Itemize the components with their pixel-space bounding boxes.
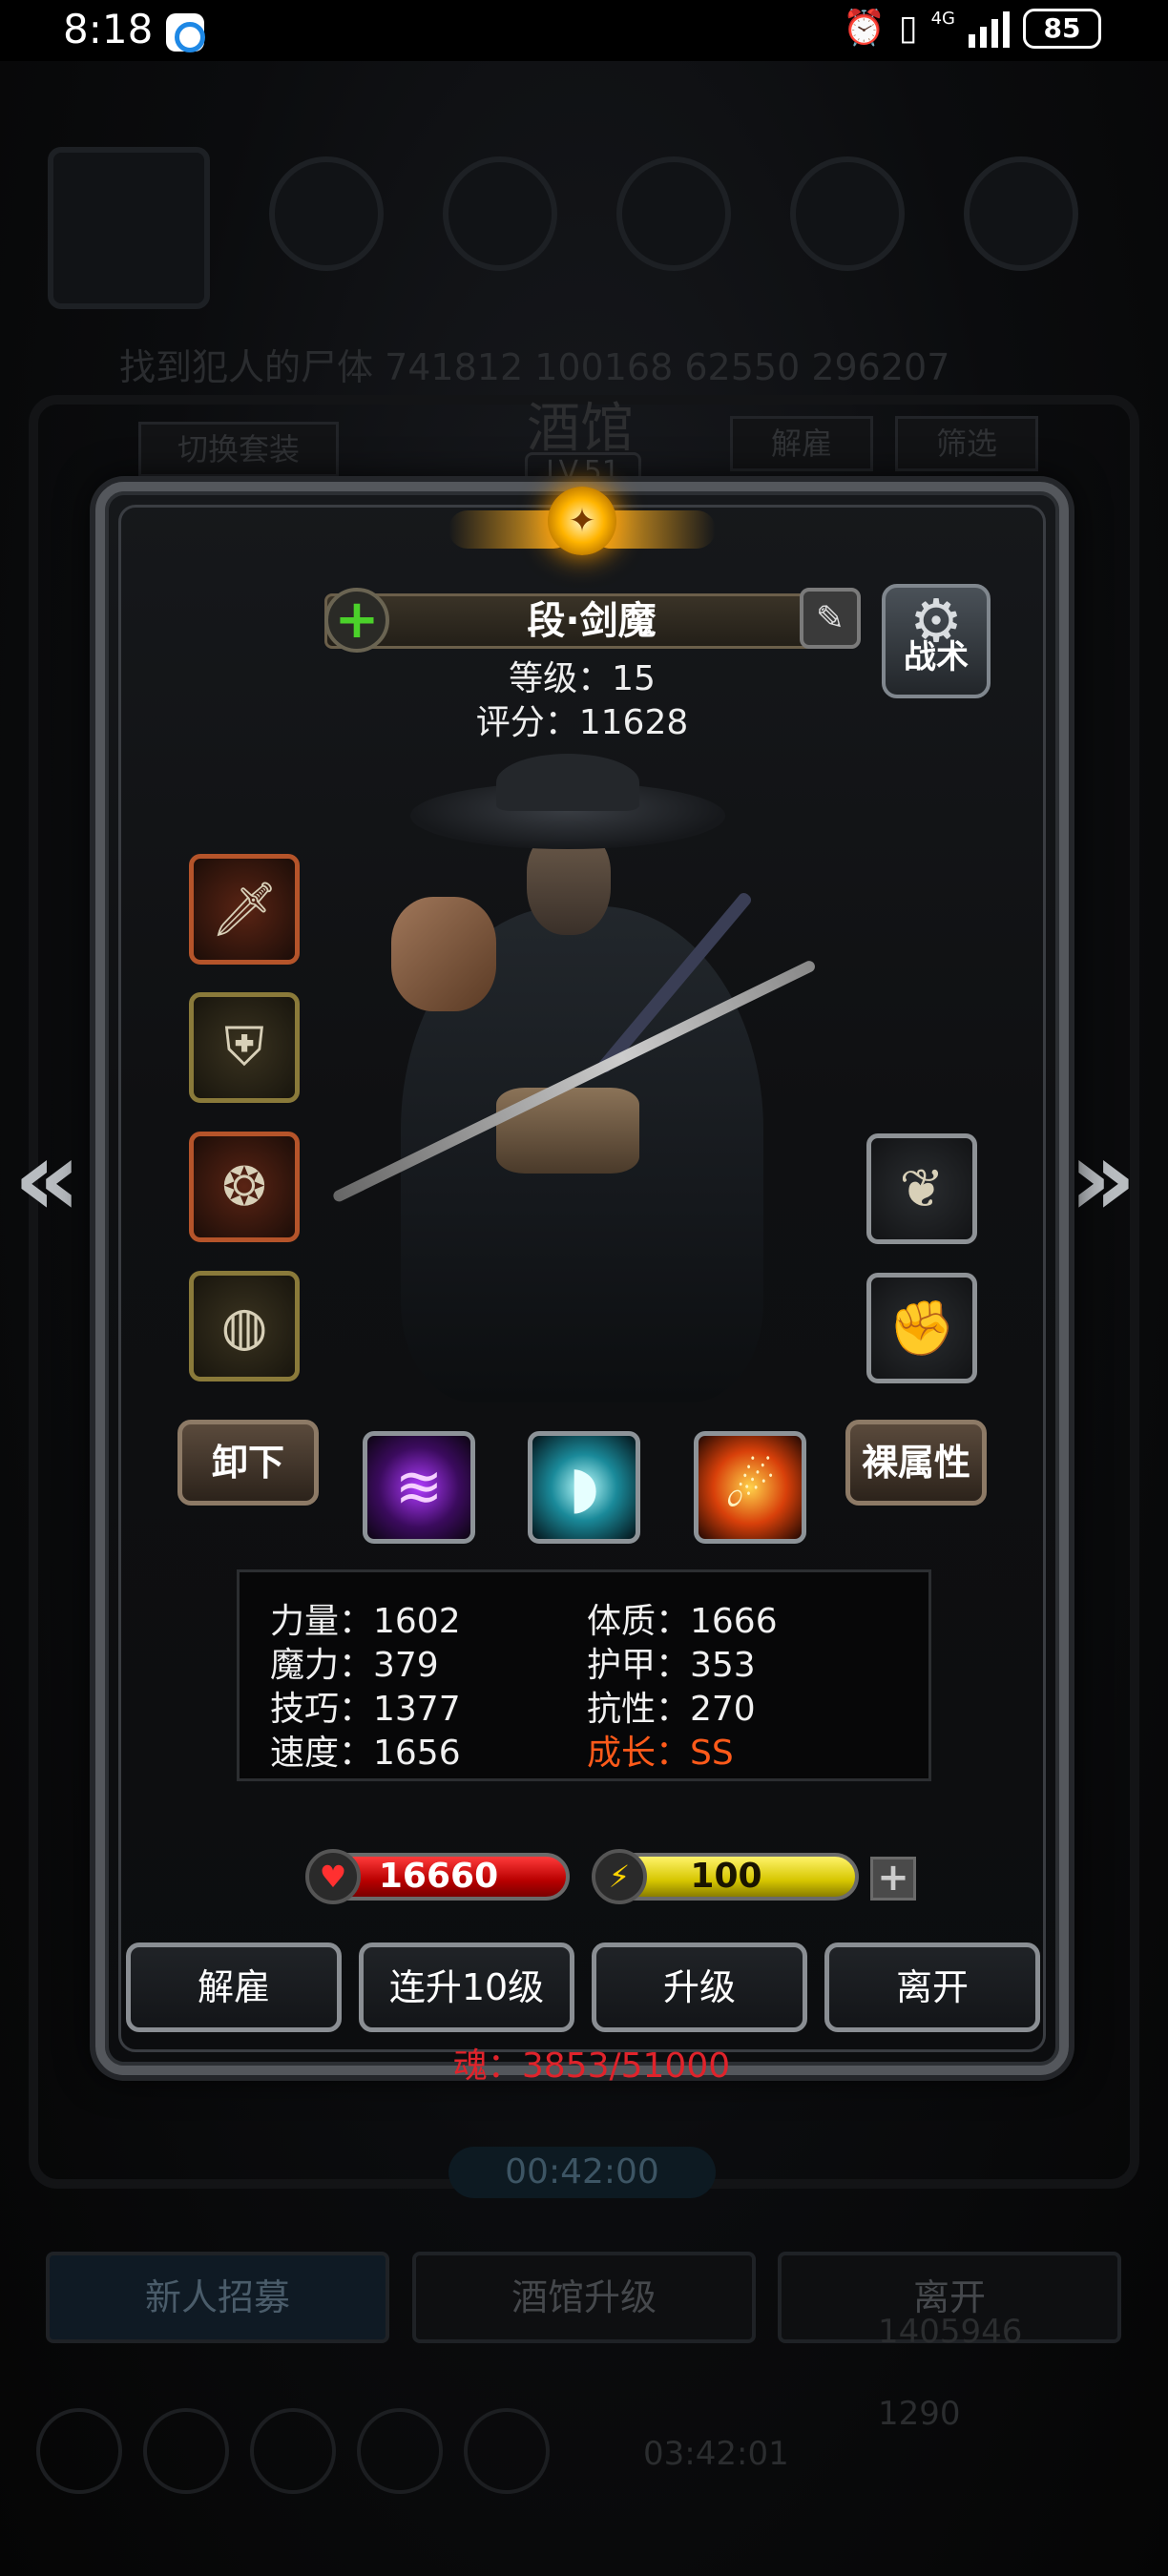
- bottom-nav-icon-1: [36, 2408, 122, 2494]
- alarm-icon: ⏰: [842, 9, 886, 48]
- stat-speed: 速度：1656: [270, 1734, 461, 1773]
- soul-counter: 魂：3853/51000: [452, 2046, 731, 2086]
- stat-strength: 力量：1602: [270, 1602, 461, 1641]
- hp-bar: ♥ 16660: [305, 1849, 570, 1904]
- equip-slot-amulet[interactable]: ❂: [189, 1132, 300, 1242]
- hero-stats-panel: 力量：1602 魔力：379 技巧：1377 速度：1656 体质：1666 护…: [237, 1569, 931, 1781]
- leave-button[interactable]: 离开: [824, 1942, 1040, 2032]
- hero-name: 段·剑魔: [324, 593, 859, 649]
- stat-armor: 护甲：353: [587, 1646, 756, 1685]
- previous-hero-arrow-icon[interactable]: «: [13, 1126, 81, 1231]
- stat-skill: 技巧：1377: [270, 1690, 461, 1729]
- edit-name-icon[interactable]: ✎: [800, 588, 861, 649]
- menu-icon-5: [964, 156, 1078, 271]
- add-hero-plus-button[interactable]: +: [324, 588, 389, 653]
- switch-outfit-button: 切换套装: [138, 422, 339, 477]
- gold-amount: 1405946: [878, 2313, 1023, 2351]
- filter-button: 筛选: [895, 416, 1038, 471]
- app-notification-icon: [166, 13, 205, 52]
- tab-tavern-upgrade: 酒馆升级: [412, 2252, 756, 2343]
- quest-text: 找到犯人的尸体 741812 100168 62550 296207: [119, 346, 950, 388]
- bottom-nav-icon-4: [357, 2408, 443, 2494]
- menu-icon-4: [790, 156, 905, 271]
- next-hero-arrow-icon[interactable]: »: [1069, 1126, 1137, 1231]
- wind-slash-skill-icon: ◗: [569, 1454, 599, 1521]
- status-icons: ⏰ ▯ 4G 85: [843, 8, 1101, 50]
- equip-slot-accessory-1[interactable]: ❦: [866, 1133, 977, 1244]
- battery-icon: 85: [1023, 9, 1101, 49]
- menu-icon-3: [616, 156, 731, 271]
- level-up-button[interactable]: 升级: [592, 1942, 807, 2032]
- base-attributes-button[interactable]: 裸属性: [845, 1420, 987, 1506]
- portrait-icon: [48, 147, 210, 309]
- unequip-button[interactable]: 卸下: [177, 1420, 319, 1506]
- vibrate-icon: ▯: [898, 9, 918, 48]
- lightning-icon: ⚡: [592, 1849, 647, 1904]
- heart-icon: ♥: [305, 1849, 361, 1904]
- signal-icon: [969, 10, 1010, 48]
- hero-hat-crown: [496, 754, 639, 811]
- claw-slash-skill-icon: ≋: [394, 1454, 444, 1521]
- chest-armor-icon: ⛨: [224, 1016, 264, 1078]
- fire-slash-skill-icon: ☄: [724, 1454, 776, 1521]
- equip-slot-accessory-2[interactable]: ✊: [866, 1273, 977, 1383]
- menu-icon-1: [269, 156, 384, 271]
- add-energy-button[interactable]: +: [870, 1857, 916, 1901]
- skill-fire-slash[interactable]: ☄: [694, 1431, 806, 1544]
- dialog-emblem: ✦: [448, 467, 716, 611]
- stat-magic: 魔力：379: [270, 1646, 439, 1685]
- stat-constitution: 体质：1666: [587, 1602, 778, 1641]
- dismiss-hero-button[interactable]: 解雇: [126, 1942, 342, 2032]
- hero-pauldron: [391, 897, 496, 1011]
- ring-icon: ◍: [220, 1295, 268, 1358]
- tab-new-recruit: 新人招募: [46, 2252, 389, 2343]
- recruit-timer: 00:42:00: [448, 2147, 716, 2198]
- tavern-title: 酒馆: [527, 398, 634, 460]
- hero-score: 评分：11628: [475, 703, 689, 742]
- bottom-nav-icon-3: [250, 2408, 336, 2494]
- stat-resistance: 抗性：270: [587, 1690, 756, 1729]
- gauntlet-icon: ✊: [888, 1298, 955, 1360]
- hero-portrait: [305, 754, 897, 1460]
- status-bar: 8:18 ⏰ ▯ 4G 85: [0, 0, 1168, 61]
- skill-claw-slash[interactable]: ≋: [363, 1431, 475, 1544]
- hero-belt: [496, 1088, 639, 1174]
- network-type: 4G: [930, 9, 955, 29]
- equip-slot-weapon[interactable]: 🗡: [189, 854, 300, 965]
- emblem-sun-icon: ✦: [548, 487, 616, 555]
- menu-icon-2: [443, 156, 557, 271]
- stat-growth: 成长：SS: [587, 1734, 734, 1773]
- amulet-icon: ❂: [221, 1155, 267, 1218]
- equip-slot-armor[interactable]: ⛨: [189, 992, 300, 1103]
- energy-value: 100: [690, 1857, 762, 1896]
- gift-timer: 03:42:01: [643, 2435, 789, 2473]
- hero-level: 等级：15: [509, 659, 656, 698]
- bottom-nav-icon-5: [464, 2408, 550, 2494]
- status-time: 8:18: [63, 6, 154, 52]
- sword-icon: 🗡: [210, 879, 279, 941]
- feather-icon: ❦: [899, 1157, 945, 1220]
- tactics-button[interactable]: ⚙ 战术: [882, 584, 991, 698]
- level-up-10-button[interactable]: 连升10级: [359, 1942, 574, 2032]
- tactics-label: 战术: [904, 638, 969, 676]
- gem-amount: 1290: [878, 2395, 961, 2433]
- skill-wind-slash[interactable]: ◗: [528, 1431, 640, 1544]
- energy-bar: ⚡ 100: [592, 1849, 859, 1904]
- bg-dismiss-button: 解雇: [730, 416, 873, 471]
- hp-value: 16660: [378, 1857, 499, 1896]
- bottom-nav-icon-2: [143, 2408, 229, 2494]
- equip-slot-ring[interactable]: ◍: [189, 1271, 300, 1381]
